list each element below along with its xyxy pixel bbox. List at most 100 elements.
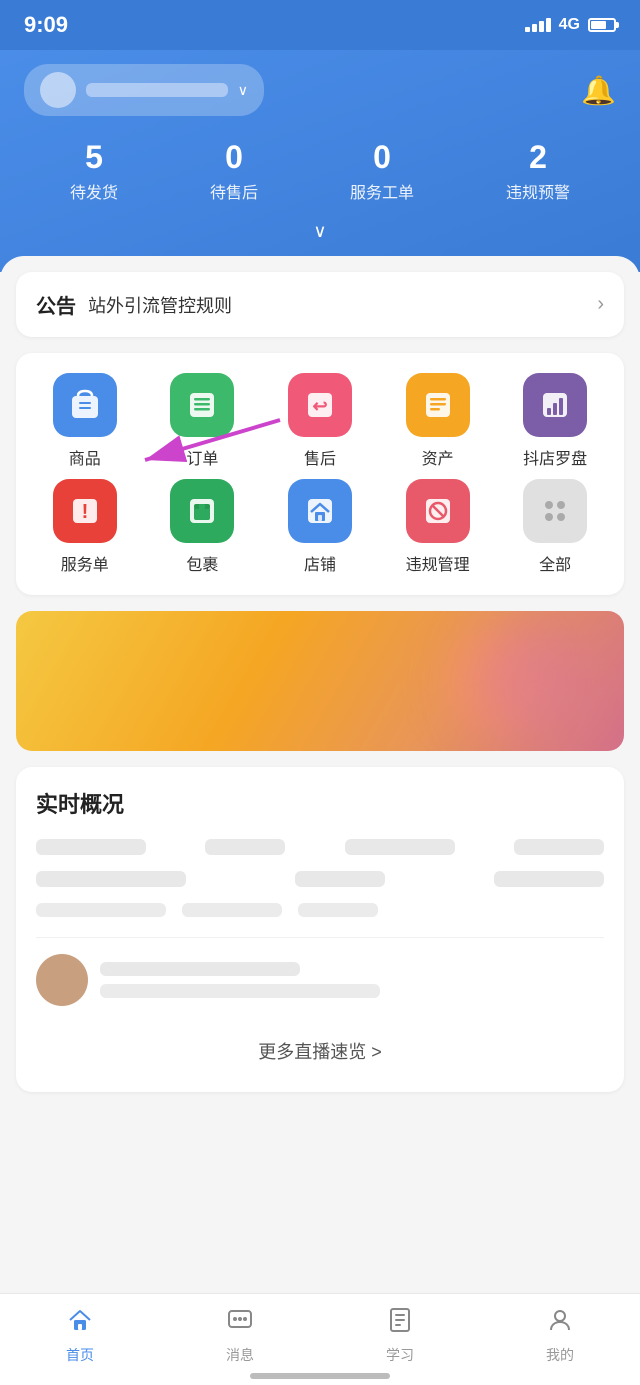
svg-text:↩: ↩ — [312, 396, 327, 416]
banner[interactable] — [16, 611, 624, 751]
realtime-blur-row-2 — [36, 871, 604, 887]
compass-label: 抖店罗盘 — [523, 445, 587, 469]
order-icon — [170, 373, 234, 437]
shop-icon — [288, 479, 352, 543]
bottom-nav: 首页 消息 学习 — [0, 1293, 640, 1385]
blur-stat-9 — [182, 903, 282, 917]
realtime-blur-row-1 — [36, 839, 604, 855]
order-label: 订单 — [186, 445, 218, 469]
all-icon — [523, 479, 587, 543]
nav-label-mine: 我的 — [546, 1345, 574, 1365]
more-live-button[interactable]: 更多直播速览 > — [36, 1022, 604, 1072]
asset-icon — [406, 373, 470, 437]
realtime-blur-row-3 — [36, 903, 604, 917]
all-label: 全部 — [539, 551, 571, 575]
nav-item-home[interactable]: 首页 — [0, 1306, 160, 1365]
live-blur-desc — [100, 984, 380, 998]
status-time: 9:09 — [24, 12, 68, 38]
announcement-bar[interactable]: 公告 站外引流管控规则 › — [16, 272, 624, 337]
package-label: 包裹 — [186, 551, 218, 575]
shop-avatar — [40, 72, 76, 108]
stat-label-pending-ship: 待发货 — [70, 179, 118, 203]
stat-label-violation: 违规预警 — [506, 179, 570, 203]
menu-item-asset[interactable]: 资产 — [379, 373, 497, 469]
menu-item-service-order[interactable]: ! 服务单 — [26, 479, 144, 575]
menu-grid: 商品 订单 ↩ — [26, 373, 614, 575]
stat-label-service: 服务工单 — [350, 179, 414, 203]
violation-mgmt-label: 违规管理 — [406, 551, 470, 575]
menu-item-compass[interactable]: 抖店罗盘 — [496, 373, 614, 469]
nav-label-home: 首页 — [66, 1345, 94, 1365]
learn-nav-icon — [386, 1306, 414, 1341]
blur-stat-4 — [514, 839, 604, 855]
live-info — [100, 962, 604, 998]
nav-item-mine[interactable]: 我的 — [480, 1306, 640, 1365]
more-live-text: 更多直播速览 > — [258, 1042, 382, 1062]
status-bar: 9:09 4G — [0, 0, 640, 50]
shop-selector[interactable]: ∨ — [24, 64, 264, 116]
stat-violation[interactable]: 2 违规预警 — [506, 140, 570, 203]
blur-stat-10 — [298, 903, 378, 917]
announcement-text: 站外引流管控规则 — [88, 292, 597, 318]
stat-pending-ship[interactable]: 5 待发货 — [70, 140, 118, 203]
menu-item-product[interactable]: 商品 — [26, 373, 144, 469]
stat-number-violation: 2 — [506, 140, 570, 175]
home-nav-icon — [66, 1306, 94, 1341]
live-avatar — [36, 954, 88, 1006]
blur-stat-1 — [36, 839, 146, 855]
blur-stat-3 — [345, 839, 455, 855]
nav-item-learn[interactable]: 学习 — [320, 1306, 480, 1365]
blur-stat-8 — [36, 903, 166, 917]
nav-label-message: 消息 — [226, 1345, 254, 1365]
announcement-arrow-icon: › — [597, 293, 604, 316]
header: ∨ 🔔 5 待发货 0 待售后 0 服务工单 2 违规预警 ∨ — [0, 50, 640, 272]
menu-section: 商品 订单 ↩ — [16, 353, 624, 595]
asset-label: 资产 — [422, 445, 454, 469]
service-order-label: 服务单 — [61, 551, 109, 575]
svg-text:!: ! — [81, 501, 88, 523]
status-icons: 4G — [525, 16, 616, 34]
network-label: 4G — [559, 16, 580, 34]
announcement-label: 公告 — [36, 290, 76, 319]
violation-mgmt-icon — [406, 479, 470, 543]
blur-stat-7 — [494, 871, 604, 887]
header-top: ∨ 🔔 — [24, 64, 616, 116]
stat-pending-after[interactable]: 0 待售后 — [210, 140, 258, 203]
main-content: 公告 站外引流管控规则 › 商品 — [0, 256, 640, 1124]
message-nav-icon — [226, 1306, 254, 1341]
mine-nav-icon — [546, 1306, 574, 1341]
product-label: 商品 — [69, 445, 101, 469]
aftersale-label: 售后 — [304, 445, 336, 469]
nav-label-learn: 学习 — [386, 1345, 414, 1365]
live-blur-name — [100, 962, 300, 976]
header-expand-chevron[interactable]: ∨ — [24, 221, 616, 242]
signal-icon — [525, 18, 551, 32]
menu-item-aftersale[interactable]: ↩ 售后 — [261, 373, 379, 469]
blur-stat-2 — [205, 839, 285, 855]
menu-item-shop[interactable]: 店铺 — [261, 479, 379, 575]
live-row — [36, 937, 604, 1022]
menu-item-violation-mgmt[interactable]: 违规管理 — [379, 479, 497, 575]
aftersale-icon: ↩ — [288, 373, 352, 437]
menu-item-order[interactable]: 订单 — [144, 373, 262, 469]
shop-chevron-icon: ∨ — [238, 82, 248, 99]
blur-stat-5 — [36, 871, 186, 887]
service-order-icon: ! — [53, 479, 117, 543]
menu-item-package[interactable]: 包裹 — [144, 479, 262, 575]
blur-stat-6 — [295, 871, 385, 887]
product-icon — [53, 373, 117, 437]
stat-number-pending-ship: 5 — [70, 140, 118, 175]
menu-item-all[interactable]: 全部 — [496, 479, 614, 575]
stat-service[interactable]: 0 服务工单 — [350, 140, 414, 203]
compass-icon — [523, 373, 587, 437]
battery-icon — [588, 18, 616, 32]
shop-name-blur — [86, 83, 228, 97]
bell-icon[interactable]: 🔔 — [581, 74, 616, 107]
stats-row: 5 待发货 0 待售后 0 服务工单 2 违规预警 — [24, 140, 616, 203]
stat-number-pending-after: 0 — [210, 140, 258, 175]
realtime-section: 实时概况 更多直播速览 > — [16, 767, 624, 1092]
package-icon — [170, 479, 234, 543]
stat-label-pending-after: 待售后 — [210, 179, 258, 203]
realtime-title: 实时概况 — [36, 787, 604, 819]
nav-item-message[interactable]: 消息 — [160, 1306, 320, 1365]
